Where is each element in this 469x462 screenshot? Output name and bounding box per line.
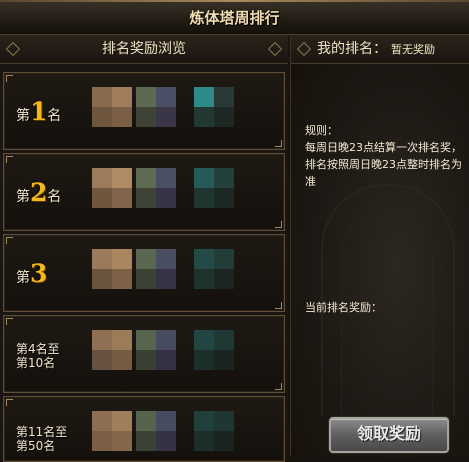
header-ornament-right (267, 41, 283, 57)
reward-item-icon[interactable] (194, 330, 234, 370)
rules-line: 每周日晚23点结算一次排名奖， (305, 141, 462, 154)
rank-range-line1: 第11名至 (16, 425, 68, 439)
rank-prefix: 第 (16, 189, 30, 205)
rank-label-2: 第2名 (16, 178, 61, 207)
row-corner (275, 302, 282, 309)
rules-text: 规则： 每周日晚23点结算一次排名奖， 排名按照周日晚23点整时排名为 准 (305, 122, 469, 190)
rank-row-4-10: 第4名至 第10名 (3, 315, 285, 393)
rank-suffix: 名 (47, 189, 62, 205)
rank-range-line2: 第10名 (16, 356, 56, 370)
title-bar-line (0, 0, 469, 2)
rank-number: 3 (30, 259, 48, 288)
rank-number: 2 (30, 178, 48, 207)
reward-preview-header: 排名奖励浏览 (0, 34, 288, 64)
rules-line: 准 (305, 175, 316, 188)
reward-item-icon[interactable] (194, 411, 234, 451)
reward-item-icon[interactable] (136, 168, 176, 208)
row-corner (6, 156, 13, 163)
my-rank-header: 我的排名： 暂无奖励 (291, 34, 469, 64)
row-corner (275, 221, 282, 228)
reward-preview-panel: 排名奖励浏览 第1名 第2名 第3 第4名至 第10名 第11名至 第50名 (0, 34, 288, 462)
title-bar: 炼体塔周排行 (0, 0, 469, 35)
row-corner (275, 140, 282, 147)
reward-item-icon[interactable] (194, 168, 234, 208)
reward-item-icon[interactable] (136, 330, 176, 370)
reward-preview-title: 排名奖励浏览 (102, 41, 186, 57)
rank-suffix: 名 (47, 108, 62, 124)
rank-label-11-50: 第11名至 第50名 (16, 425, 67, 453)
reward-item-icon[interactable] (92, 411, 132, 451)
reward-item-icon[interactable] (92, 87, 132, 127)
reward-item-icon[interactable] (194, 87, 234, 127)
rules-title: 规则： (305, 124, 338, 137)
row-corner (6, 75, 13, 82)
reward-item-icon[interactable] (194, 249, 234, 289)
rank-label-4-10: 第4名至 第10名 (16, 342, 60, 370)
my-rank-label: 我的排名： (317, 41, 387, 57)
row-corner (6, 237, 13, 244)
header-ornament-left (296, 41, 312, 57)
reward-item-icon[interactable] (92, 330, 132, 370)
row-corner (275, 383, 282, 390)
claim-reward-button[interactable]: 领取奖励 (329, 417, 449, 453)
row-corner (6, 318, 13, 325)
my-rank-status: 暂无奖励 (391, 43, 435, 56)
rules-line: 排名按照周日晚23点整时排名为 (305, 158, 462, 171)
rank-number: 1 (30, 97, 48, 126)
reward-item-icon[interactable] (136, 411, 176, 451)
rank-row-1: 第1名 (3, 72, 285, 150)
header-ornament-left (5, 41, 21, 57)
reward-item-icon[interactable] (136, 87, 176, 127)
rank-row-3: 第3 (3, 234, 285, 312)
reward-item-icon[interactable] (92, 168, 132, 208)
rank-label-1: 第1名 (16, 97, 61, 126)
reward-item-icon[interactable] (136, 249, 176, 289)
rank-range-line1: 第4名至 (16, 342, 60, 356)
current-reward-label: 当前排名奖励： (305, 301, 382, 314)
window-title: 炼体塔周排行 (189, 9, 280, 27)
rank-range-line2: 第50名 (16, 439, 56, 453)
rank-row-2: 第2名 (3, 153, 285, 231)
rank-prefix: 第 (16, 108, 30, 124)
my-rank-panel: 我的排名： 暂无奖励 规则： 每周日晚23点结算一次排名奖， 排名按照周日晚23点… (290, 34, 469, 457)
rank-row-11-50: 第11名至 第50名 (3, 396, 285, 462)
row-corner (6, 399, 13, 406)
rank-prefix: 第 (16, 270, 30, 286)
reward-item-icon[interactable] (92, 249, 132, 289)
rank-label-3: 第3 (16, 259, 47, 288)
